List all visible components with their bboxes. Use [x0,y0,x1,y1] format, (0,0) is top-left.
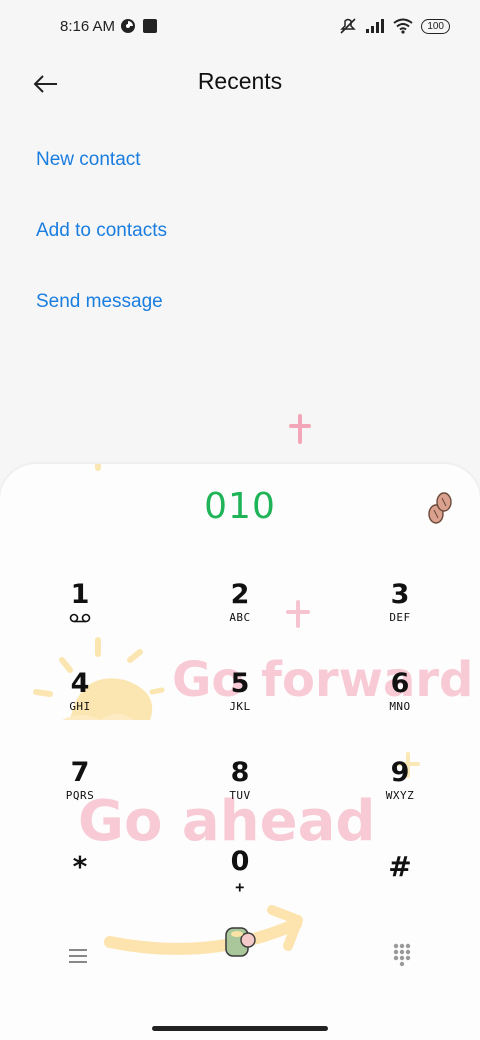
key-digit: 6 [390,668,410,699]
dialer-panel: Go forward Go ahead 010 1 2 ABC 3 DEF 4 … [0,464,480,1040]
page-title: Recents [197,68,283,94]
dialpad-icon[interactable] [386,940,418,972]
key-letters: TUV [229,789,251,802]
pink-sparkle-icon [289,414,311,444]
battery-indicator: 100 [421,18,450,34]
signal-icon [366,19,385,33]
key-digit: 2 [230,579,250,610]
key-digit: 5 [230,668,250,699]
key-digit: 7 [70,757,90,788]
status-bar: 8:16 AM 100 [0,0,480,56]
key-letters: DEF [389,611,411,624]
key-digit: 0 [230,846,250,877]
key-letters: WXYZ [385,789,415,802]
key-letters: MNO [389,700,411,713]
dialed-number[interactable]: 010 [0,486,480,527]
key-hash[interactable]: # [345,852,455,922]
home-indicator[interactable] [152,1026,328,1031]
key-1[interactable]: 1 [25,580,135,650]
key-symbol: # [388,850,412,883]
key-digit: 1 [70,579,90,610]
wifi-icon [393,18,413,34]
key-digit: 3 [390,579,410,610]
key-letters: JKL [229,700,251,713]
key-0[interactable]: 0 + [185,847,295,917]
mute-icon [340,18,357,34]
menu-icon[interactable] [62,940,94,972]
send-message-link[interactable]: Send message [36,291,163,313]
key-2[interactable]: 2 ABC [185,580,295,650]
call-button-sticker-icon[interactable] [218,920,262,964]
key-8[interactable]: 8 TUV [185,758,295,828]
header: Recents [0,56,480,112]
key-digit: 8 [230,757,250,788]
key-symbol: * [72,850,88,883]
status-left-icons [120,18,158,34]
add-to-contacts-link[interactable]: Add to contacts [36,220,167,242]
key-digit: 4 [70,668,90,699]
key-9[interactable]: 9 WXYZ [345,758,455,828]
key-digit: 9 [390,757,410,788]
key-5[interactable]: 5 JKL [185,669,295,739]
key-letters: + [235,878,245,896]
key-letters: GHI [69,700,91,713]
voicemail-icon [69,613,91,623]
peanut-icon[interactable] [424,490,456,526]
app-notification-icon [121,19,135,33]
key-star[interactable]: * [25,852,135,922]
status-right-icons: 100 [339,17,450,35]
status-time: 8:16 AM [60,18,116,35]
new-contact-link[interactable]: New contact [36,149,141,171]
key-letters: PQRS [65,789,95,802]
key-3[interactable]: 3 DEF [345,580,455,650]
key-7[interactable]: 7 PQRS [25,758,135,828]
key-6[interactable]: 6 MNO [345,669,455,739]
square-notification-icon [143,19,157,33]
key-4[interactable]: 4 GHI [25,669,135,739]
key-letters: ABC [229,611,251,624]
